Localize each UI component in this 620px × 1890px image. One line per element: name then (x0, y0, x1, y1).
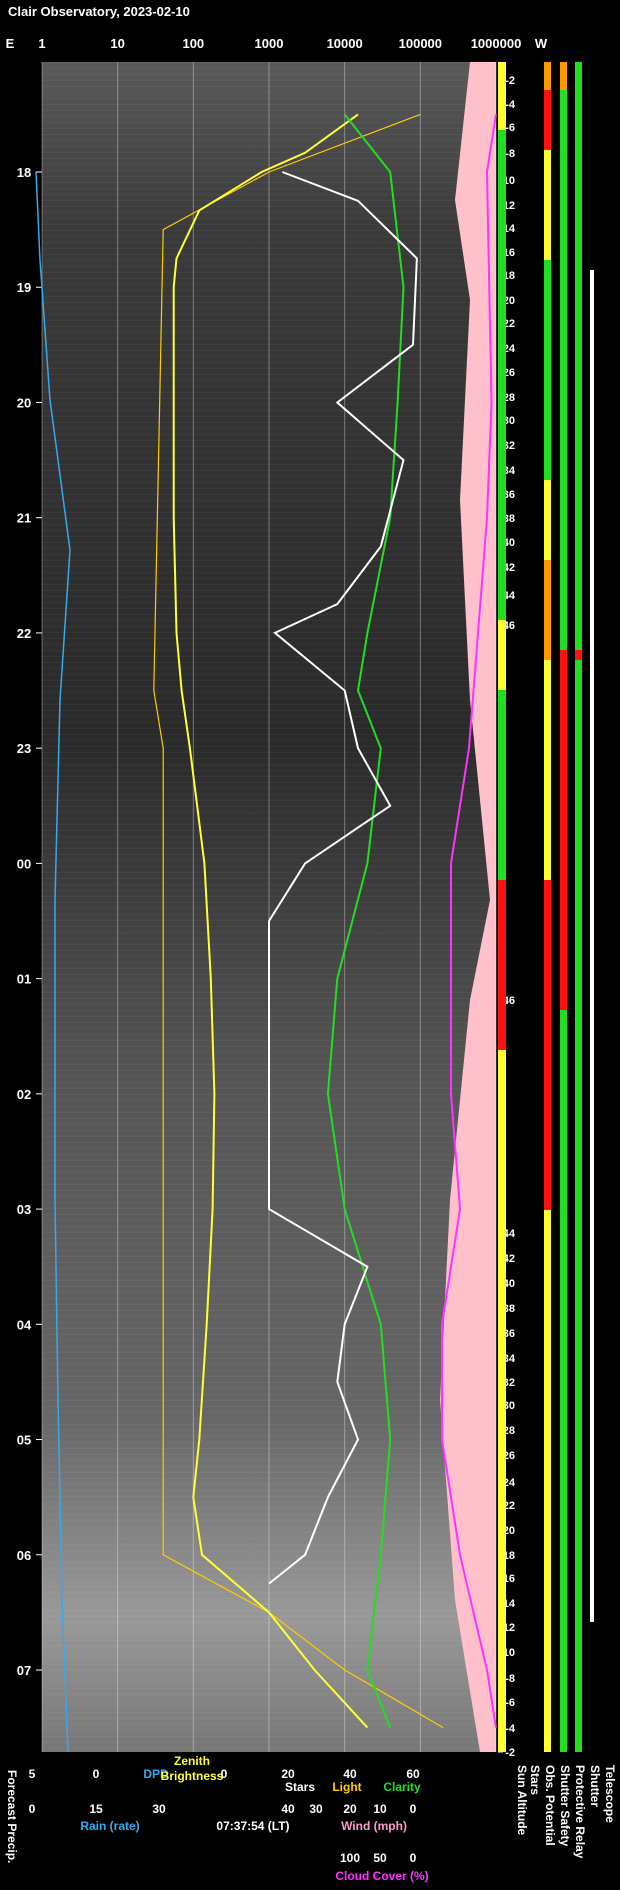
top-tick-label: 1000000 (471, 36, 522, 51)
rain-tick: 0 (29, 1802, 36, 1816)
protective-relay-status (575, 660, 582, 1010)
zenith-label: Zenith (174, 1754, 210, 1768)
time-tick-label: 05 (17, 1433, 31, 1448)
cloud-cover-tick: 100 (340, 1851, 360, 1865)
stars-label: Stars (285, 1780, 315, 1794)
rain-label: Rain (rate) (80, 1819, 139, 1833)
time-tick-label: 02 (17, 1087, 31, 1102)
sun-altitude-label: -6 (505, 1697, 515, 1709)
shutter-safety-status (560, 700, 567, 1010)
time-tick-label: 01 (17, 972, 31, 987)
stars-status (498, 130, 506, 340)
shutter-safety-status (560, 90, 567, 650)
top-tick-label: 100000 (399, 36, 442, 51)
stars-status (498, 340, 506, 620)
obs-potential-status (544, 880, 551, 1210)
obs-potential-status (544, 90, 551, 150)
wind-tick: 0 (410, 1802, 417, 1816)
time-tick-label: 06 (17, 1548, 31, 1563)
protective-relay-status (575, 650, 582, 660)
sun-altitude-label: -2 (505, 75, 515, 87)
top-tick-label: 10000 (327, 36, 363, 51)
dpd-tick: 5 (29, 1767, 36, 1781)
status-column-label: Stars (528, 1765, 542, 1795)
sun-altitude-label: -8 (505, 148, 515, 160)
obs-potential-status (544, 660, 551, 880)
status-column-label: Telescope (603, 1765, 617, 1823)
stars-status (498, 620, 506, 690)
observatory-chart: 1 10 100 1000 10000 100000 1000000E W1819202122… (5, 36, 617, 1883)
wind-tick: 10 (373, 1802, 387, 1816)
protective-relay-status (575, 62, 582, 650)
clarity-label: Clarity (383, 1780, 421, 1794)
timestamp: 07:37:54 (LT) (216, 1819, 289, 1833)
top-tick-label: 1000 (255, 36, 284, 51)
protective-relay-status (575, 1010, 582, 1752)
stars-status (498, 880, 506, 1050)
forecast-precip-label: Forecast Precip. (5, 1770, 19, 1863)
stars-status (498, 1050, 506, 1752)
stars-tick: 0 (221, 1767, 228, 1781)
cloud-cover-label: Cloud Cover (%) (335, 1869, 428, 1883)
obs-potential-status (544, 480, 551, 560)
top-tick-label: 1 (38, 36, 45, 51)
shutter-safety-status (560, 650, 567, 700)
sun-altitude-label: -6 (505, 122, 515, 134)
time-tick-label: 19 (17, 280, 31, 295)
wind-label: Wind (mph) (341, 1819, 407, 1833)
wind-tick: 30 (309, 1802, 323, 1816)
obs-potential-status (544, 150, 551, 260)
status-column-label: Obs. Potential (543, 1765, 557, 1846)
light-label: Light (332, 1780, 361, 1794)
time-tick-label: 18 (17, 165, 31, 180)
west-label: W (535, 36, 548, 51)
wind-tick: 40 (281, 1802, 295, 1816)
shutter-status (590, 270, 594, 1622)
status-column-label: Protective Relay (573, 1765, 587, 1859)
rain-tick: 15 (89, 1802, 103, 1816)
stars-tick: 60 (406, 1767, 420, 1781)
time-tick-label: 23 (17, 741, 31, 756)
cloud-cover-tick: 50 (373, 1851, 387, 1865)
time-tick-label: 07 (17, 1663, 31, 1678)
time-tick-label: 04 (17, 1317, 32, 1332)
east-label: E (6, 36, 15, 51)
time-tick-label: 22 (17, 626, 31, 641)
wind-tick: 20 (343, 1802, 357, 1816)
top-tick-label: 100 (182, 36, 204, 51)
stars-status (498, 62, 506, 130)
time-tick-label: 21 (17, 511, 31, 526)
sun-altitude-label: -8 (505, 1673, 515, 1685)
shutter-safety-status (560, 1600, 567, 1752)
status-column-label: Sun Altitude (515, 1765, 529, 1836)
dpd-tick: 0 (93, 1767, 100, 1781)
status-column-label: Shutter Safety (558, 1765, 572, 1847)
stars-tick: 20 (281, 1767, 295, 1781)
top-tick-label: 10 (110, 36, 124, 51)
obs-potential-status (544, 62, 551, 90)
obs-potential-status (544, 1210, 551, 1752)
shutter-safety-status (560, 62, 567, 90)
sun-altitude-label: -4 (505, 1723, 516, 1735)
cloud-cover-tick: 0 (410, 1851, 417, 1865)
time-tick-label: 20 (17, 395, 31, 410)
shutter-safety-status (560, 1010, 567, 1600)
obs-potential-status (544, 260, 551, 480)
stars-status (498, 690, 506, 880)
time-tick-label: 00 (17, 856, 31, 871)
rain-tick: 30 (152, 1802, 166, 1816)
stars-tick: 40 (343, 1767, 357, 1781)
time-tick-label: 03 (17, 1202, 31, 1217)
status-column-label: Shutter (588, 1765, 602, 1807)
zenith-label: Brightness (161, 1769, 224, 1783)
obs-potential-status (544, 560, 551, 660)
sun-altitude-label: -2 (505, 1747, 515, 1759)
sun-altitude-label: -4 (505, 99, 516, 111)
